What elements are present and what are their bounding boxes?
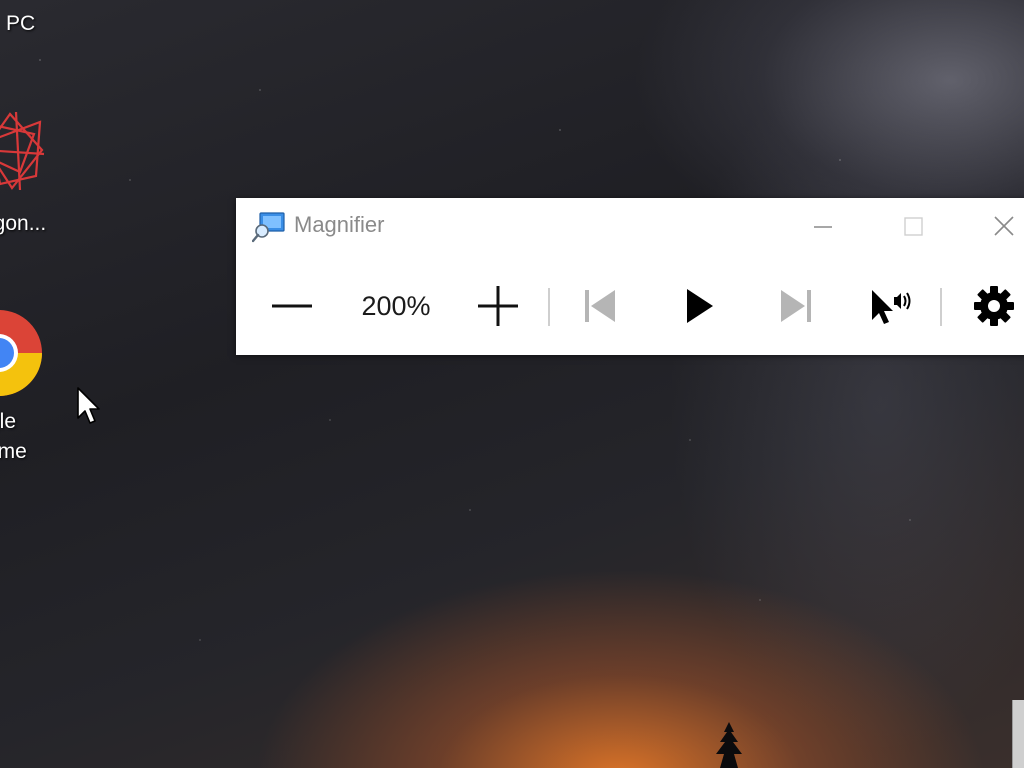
play-button[interactable] (672, 268, 726, 344)
next-sentence-button[interactable] (768, 268, 822, 344)
window-title: Magnifier (294, 212, 385, 237)
plus-icon (478, 286, 518, 326)
starry-sky-wallpaper (0, 0, 1024, 768)
toolbar-divider (548, 288, 550, 326)
minimize-icon (814, 226, 832, 228)
close-button[interactable] (981, 206, 1024, 246)
polygon-app-icon[interactable] (0, 110, 46, 200)
previous-sentence-button[interactable] (574, 268, 628, 344)
zoom-out-button[interactable] (262, 268, 322, 344)
desktop-icon-pc-label[interactable]: PC (6, 12, 35, 36)
close-icon (994, 216, 1014, 236)
settings-button[interactable] (966, 268, 1022, 344)
magnifier-toolbar: 200% (236, 268, 1024, 344)
read-from-here-button[interactable] (862, 268, 918, 344)
mouse-pointer-icon (77, 387, 100, 424)
skip-back-icon (585, 290, 615, 322)
tree-silhouette (716, 722, 742, 768)
desktop-icon-chrome-label-line1[interactable]: gle (0, 410, 16, 434)
maximize-button[interactable] (890, 206, 936, 246)
magnifier-titlebar[interactable]: Magnifier (236, 198, 1024, 256)
maximize-icon (904, 217, 923, 236)
magnifier-window: Magnifier 200% (236, 198, 1024, 355)
desktop-icon-chrome-label-line2[interactable]: ome (0, 440, 27, 464)
magnifier-app-icon (252, 212, 285, 243)
read-from-cursor-icon (872, 290, 911, 324)
google-chrome-icon[interactable] (0, 308, 44, 398)
toolbar-divider (940, 288, 942, 326)
window-edge (1012, 700, 1024, 768)
zoom-in-button[interactable] (468, 268, 528, 344)
gear-icon (974, 286, 1014, 326)
play-icon (687, 289, 713, 323)
desktop-icon-polygon-label[interactable]: agon... (0, 212, 46, 236)
desktop: PC agon... gle ome (0, 0, 1024, 768)
minimize-button[interactable] (800, 206, 846, 246)
skip-forward-icon (781, 290, 811, 322)
zoom-level: 200% (361, 290, 431, 321)
minus-icon (272, 304, 312, 308)
